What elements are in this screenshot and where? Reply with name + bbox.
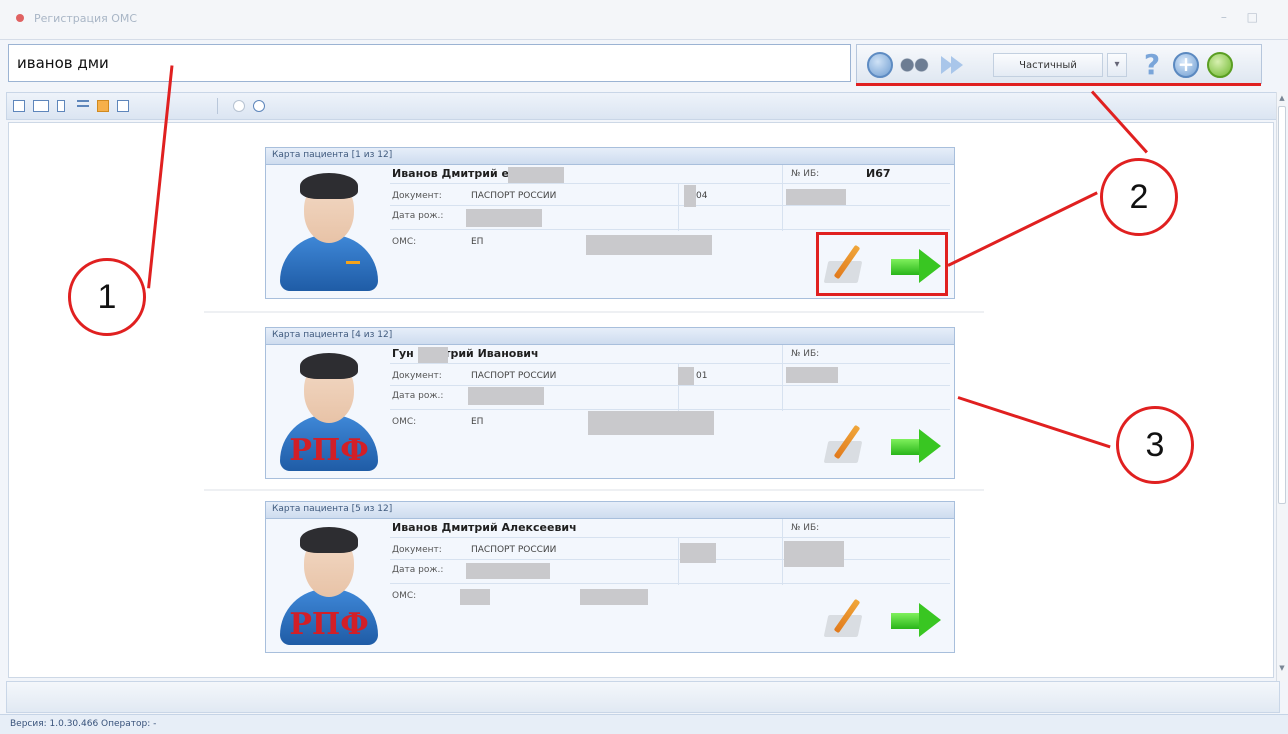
edit-icon[interactable]: [823, 595, 866, 639]
oms-label: ОМС:: [392, 591, 417, 601]
card-divider: [204, 489, 984, 491]
patient-list: Карта пациента [1 из 12] Иванов Дмитрий …: [8, 122, 1274, 678]
redacted-field: [586, 235, 712, 255]
bottom-panel: [6, 681, 1280, 713]
annotation-underline: [856, 83, 1261, 86]
document-label: Документ:: [392, 545, 442, 555]
open-arrow-icon[interactable]: [891, 603, 941, 637]
view-details-icon[interactable]: [117, 100, 129, 112]
vertical-scrollbar[interactable]: ▲ ▼: [1276, 92, 1286, 682]
sync-icon[interactable]: [867, 52, 893, 78]
title-bar: Регистрация ОМС – □: [0, 0, 1288, 40]
redacted-field: [580, 589, 648, 605]
redacted-field: [678, 367, 694, 385]
avatar: РПФ: [276, 353, 382, 471]
redacted-field: [466, 209, 542, 227]
window-controls[interactable]: – □: [1221, 10, 1266, 24]
patient-card[interactable]: Карта пациента [5 из 12] РПФ Иванов Дмит…: [265, 501, 955, 653]
view-columns-icon[interactable]: [33, 100, 49, 112]
document-type: ПАСПОРТ РОССИИ: [471, 371, 557, 381]
scroll-down-icon[interactable]: ▼: [1277, 664, 1287, 674]
card-header: Карта пациента [1 из 12]: [266, 148, 954, 165]
view-toolbar: [6, 92, 1280, 120]
ib-label: № ИБ:: [791, 523, 820, 533]
avatar-badge: РПФ: [289, 433, 369, 468]
skip-forward-icon[interactable]: [939, 52, 969, 78]
ib-value: И67: [866, 167, 891, 180]
redacted-field: [784, 541, 844, 567]
patient-card[interactable]: Карта пациента [4 из 12] РПФ Гун Дмитрий…: [265, 327, 955, 479]
search-toolbar: Частичный ▾ ? +: [856, 44, 1262, 84]
edit-icon[interactable]: [823, 421, 866, 465]
redacted-field: [460, 589, 490, 605]
redacted-field: [786, 367, 838, 383]
add-patient-icon[interactable]: +: [1173, 52, 1199, 78]
view-cards-icon[interactable]: [97, 100, 109, 112]
avatar: РПФ: [276, 527, 382, 645]
avatar-badge: РПФ: [289, 607, 369, 642]
card-header: Карта пациента [4 из 12]: [266, 328, 954, 345]
oms-type: ЕП: [471, 417, 484, 427]
oms-label: ОМС:: [392, 417, 417, 427]
ib-label: № ИБ:: [791, 349, 820, 359]
search-mode-select[interactable]: Частичный: [993, 53, 1103, 77]
oms-type: ЕП: [471, 237, 484, 247]
annotation-marker: 2: [1100, 158, 1178, 236]
binoculars-icon[interactable]: [897, 52, 931, 78]
patient-name: Гун Дмитрий Иванович: [392, 347, 539, 360]
annotation-marker: 1: [68, 258, 146, 336]
document-number: 01: [696, 371, 708, 381]
document-number: 04: [696, 191, 708, 201]
refresh-icon[interactable]: [1207, 52, 1233, 78]
patient-name: Иванов Дмитрий Алексеевич: [392, 521, 577, 534]
window-title: Регистрация ОМС: [34, 12, 138, 25]
redacted-field: [466, 563, 550, 579]
annotation-box: [816, 232, 948, 296]
open-arrow-icon[interactable]: [891, 429, 941, 463]
app-icon: [16, 14, 24, 22]
annotation-marker: 3: [1116, 406, 1194, 484]
ib-label: № ИБ:: [791, 169, 820, 179]
view-single-icon[interactable]: [13, 100, 25, 112]
toolbar-divider: [217, 98, 218, 114]
redacted-field: [468, 387, 544, 405]
redacted-field: [786, 189, 846, 205]
document-type: ПАСПОРТ РОССИИ: [471, 545, 557, 555]
link-icon[interactable]: [253, 100, 265, 112]
document-label: Документ:: [392, 191, 442, 201]
birth-date-label: Дата рож.:: [392, 211, 444, 221]
card-header: Карта пациента [5 из 12]: [266, 502, 954, 519]
birth-date-label: Дата рож.:: [392, 391, 444, 401]
document-type: ПАСПОРТ РОССИИ: [471, 191, 557, 201]
scroll-thumb[interactable]: [1278, 106, 1286, 504]
help-icon[interactable]: ?: [1139, 51, 1165, 79]
view-list-icon[interactable]: [77, 100, 89, 112]
search-input[interactable]: [8, 44, 851, 82]
oms-label: ОМС:: [392, 237, 417, 247]
redacted-field: [508, 167, 564, 183]
redacted-field: [418, 347, 448, 363]
avatar: [276, 173, 382, 291]
view-rows-icon[interactable]: [57, 100, 65, 112]
app-window: Регистрация ОМС – □ Частичный ▾ ? + Карт…: [0, 0, 1288, 734]
chevron-down-icon[interactable]: ▾: [1107, 53, 1127, 77]
redacted-field: [684, 185, 696, 207]
scroll-up-icon[interactable]: ▲: [1277, 94, 1287, 104]
disabled-action-icon: [233, 100, 245, 112]
redacted-field: [588, 411, 714, 435]
status-bar: Версия: 1.0.30.466 Оператор: -: [0, 714, 1288, 734]
card-divider: [204, 311, 984, 313]
redacted-field: [680, 543, 716, 563]
birth-date-label: Дата рож.:: [392, 565, 444, 575]
document-label: Документ:: [392, 371, 442, 381]
